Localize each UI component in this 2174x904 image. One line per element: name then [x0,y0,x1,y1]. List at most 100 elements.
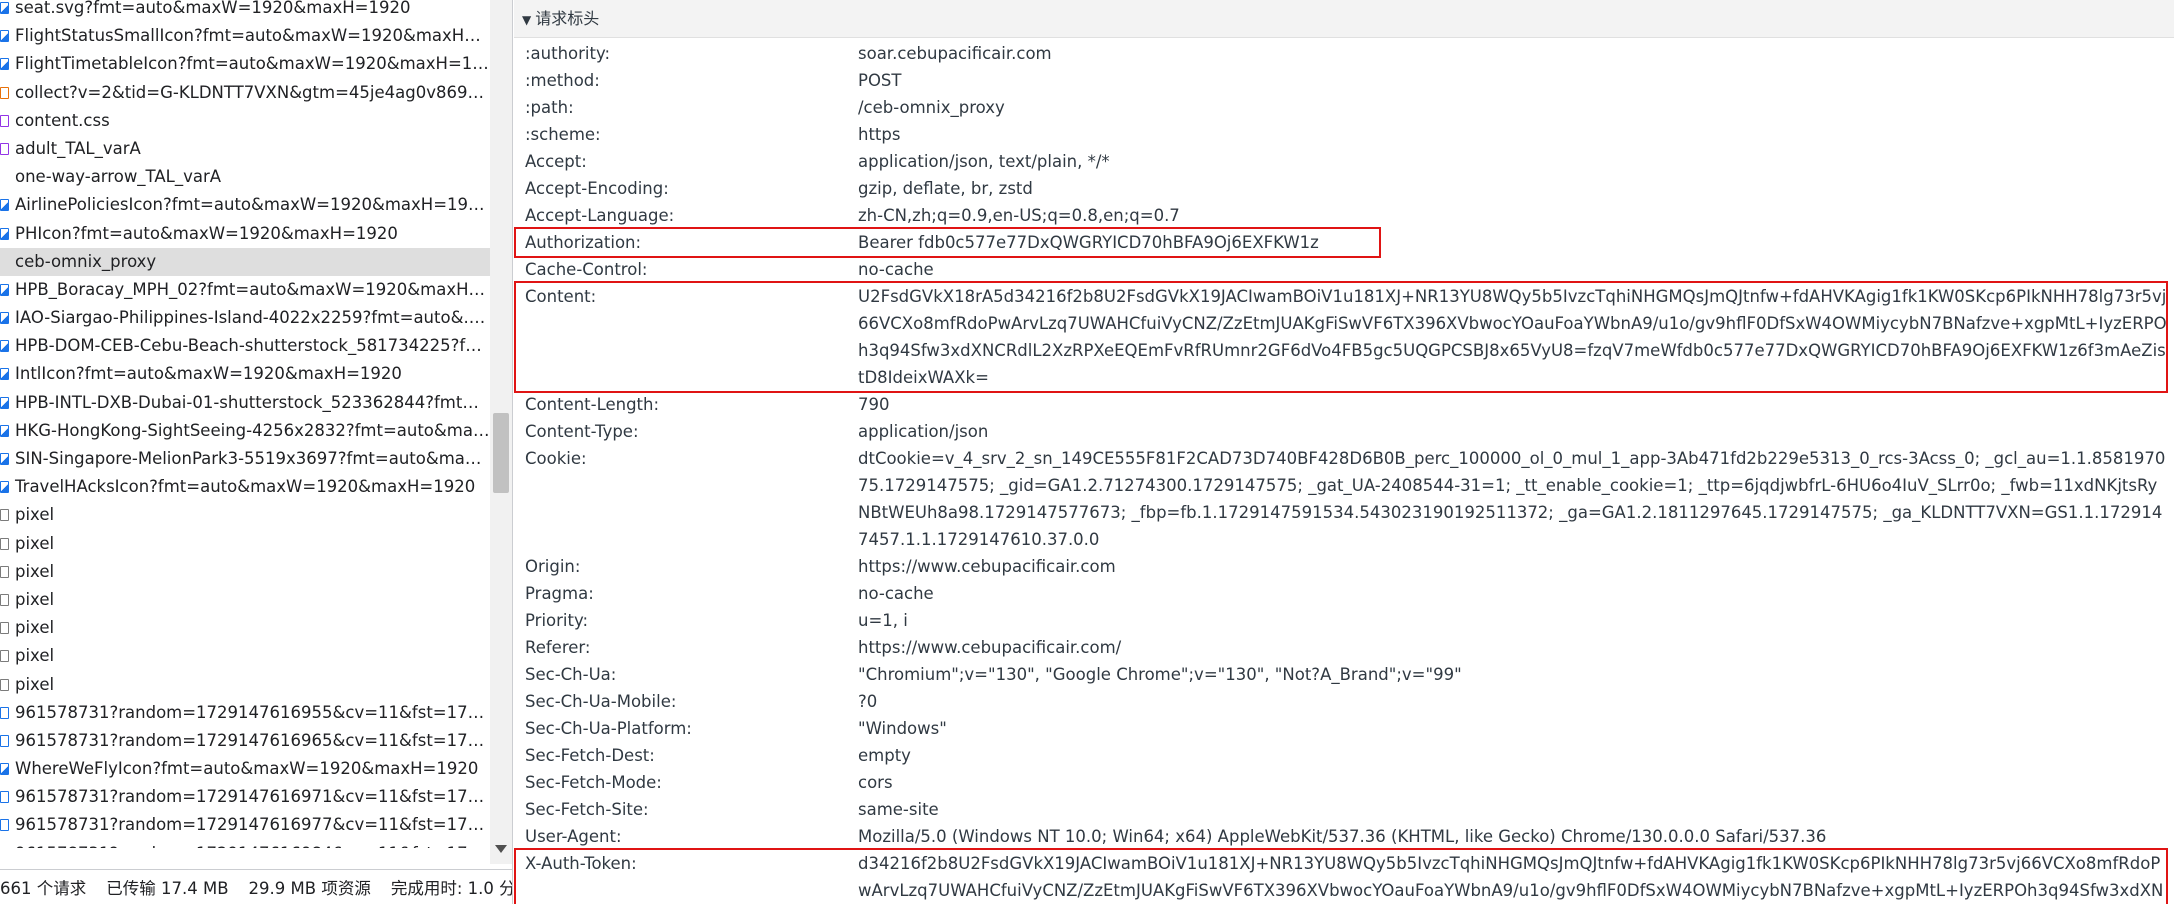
request-name: 961578731?random=1729147616984&cv=11&fst… [15,844,490,848]
request-row[interactable]: IAO-Siargao-Philippines-Island-4022x2259… [0,304,490,332]
gray-icon [0,593,9,606]
gray-icon [0,565,9,578]
gray-icon [0,509,9,522]
header-value[interactable]: same-site [858,796,2168,823]
request-row[interactable]: PHIcon?fmt=auto&maxW=1920&maxH=1920 [0,220,490,248]
scrollbar-thumb[interactable] [493,413,509,493]
request-row[interactable]: one-way-arrow_TAL_varA [0,163,490,191]
request-row[interactable]: pixel [0,642,490,670]
script-icon [0,706,9,719]
gray-icon [0,537,9,550]
header-value[interactable]: "Chromium";v="130", "Google Chrome";v="1… [858,661,2168,688]
request-row[interactable]: IntlIcon?fmt=auto&maxW=1920&maxH=1920 [0,360,490,388]
request-name: adult_TAL_varA [15,138,141,158]
header-name: Accept: [525,152,587,171]
request-row[interactable]: AirlinePoliciesIcon?fmt=auto&maxW=1920&m… [0,191,490,219]
script-icon [0,819,9,832]
request-name: IntlIcon?fmt=auto&maxW=1920&maxH=1920 [15,364,402,384]
request-row[interactable]: pixel [0,671,490,699]
script-icon [0,734,9,747]
scroll-down-arrow-icon[interactable] [495,845,507,853]
header-value[interactable]: no-cache [858,256,2168,283]
request-row[interactable]: HPB-INTL-DXB-Dubai-01-shutterstock_52336… [0,389,490,417]
header-name: Cookie: [525,449,587,468]
image-icon [0,283,9,296]
request-name: collect?v=2&tid=G-KLDNTT7VXN&gtm=45je4ag… [15,82,490,102]
request-name: FlightTimetableIcon?fmt=auto&maxW=1920&m… [15,54,490,74]
image-icon [0,453,9,465]
request-row[interactable]: TravelHAcksIcon?fmt=auto&maxW=1920&maxH=… [0,473,490,501]
request-row[interactable]: 961578731?random=1729147616965&cv=11&fst… [0,727,490,755]
request-row[interactable]: pixel [0,558,490,586]
request-row[interactable]: SIN-Singapore-MelionPark3-5519x3697?fmt=… [0,445,490,473]
header-value[interactable]: /ceb-omnix_proxy [858,94,2168,121]
header-value[interactable]: d34216f2b8U2FsdGVkX19JACIwamBOiV1u181XJ+… [858,850,2168,904]
image-icon [0,312,9,325]
request-row[interactable]: content.css [0,107,490,135]
header-value[interactable]: Mozilla/5.0 (Windows NT 10.0; Win64; x64… [858,823,2168,850]
request-row[interactable]: 961578731?random=1729147616984&cv=11&fst… [0,840,490,848]
header-value[interactable]: gzip, deflate, br, zstd [858,175,2168,202]
request-row[interactable]: pixel [0,530,490,558]
header-value[interactable]: zh-CN,zh;q=0.9,en-US;q=0.8,en;q=0.7 [858,202,2168,229]
header-value[interactable]: https://www.cebupacificair.com [858,553,2168,580]
header-value[interactable]: U2FsdGVkX18rA5d34216f2b8U2FsdGVkX19JACIw… [858,283,2168,391]
header-value[interactable]: application/json [858,418,2168,445]
header-value[interactable]: soar.cebupacificair.com [858,40,2168,67]
header-name: :path: [525,98,574,117]
header-value[interactable]: https://www.cebupacificair.com/ [858,634,2168,661]
header-value[interactable]: no-cache [858,580,2168,607]
header-value[interactable]: https [858,121,2168,148]
request-row[interactable]: 961578731?random=1729147616955&cv=11&fst… [0,699,490,727]
header-name: Accept-Language: [525,206,675,225]
header-name: :authority: [525,44,611,63]
header-name: X-Auth-Token: [525,854,637,873]
header-name: Origin: [525,557,581,576]
header-name: Sec-Ch-Ua-Platform: [525,719,692,738]
header-name: :scheme: [525,125,601,144]
header-value[interactable]: dtCookie=v_4_srv_2_sn_149CE555F81F2CAD73… [858,445,2168,553]
header-value[interactable]: ?0 [858,688,2168,715]
header-row: Sec-Fetch-Dest: empty [514,742,2174,769]
header-value[interactable]: u=1, i [858,607,2168,634]
request-row[interactable]: pixel [0,614,490,642]
header-value[interactable]: POST [858,67,2168,94]
request-row[interactable]: pixel [0,501,490,529]
request-headers-section-toggle[interactable]: ▼ 请求标头 [514,0,2174,38]
request-row[interactable]: HKG-HongKong-SightSeeing-4256x2832?fmt=a… [0,417,490,445]
request-row[interactable]: HPB-DOM-CEB-Cebu-Beach-shutterstock_5817… [0,332,490,360]
request-name: IAO-Siargao-Philippines-Island-4022x2259… [15,308,490,328]
request-name: one-way-arrow_TAL_varA [15,167,222,187]
request-row[interactable]: ceb-omnix_proxy [0,247,490,276]
request-row[interactable]: FlightTimetableIcon?fmt=auto&maxW=1920&m… [0,50,490,78]
request-count: 661 个请求 [0,879,87,898]
request-row[interactable]: HPB_Boracay_MPH_02?fmt=auto&maxW=1920&ma… [0,276,490,304]
header-row: Cache-Control: no-cache [514,256,2174,283]
request-row[interactable]: seat.svg?fmt=auto&maxW=1920&maxH=1920 [0,0,490,22]
request-row[interactable]: WhereWeFlyIcon?fmt=auto&maxW=1920&maxH=1… [0,755,490,783]
request-list-scrollbar[interactable] [490,0,512,864]
header-row: Content-Length: 790 [514,391,2174,418]
header-value[interactable]: 790 [858,391,2168,418]
request-row[interactable]: FlightStatusSmallIcon?fmt=auto&maxW=1920… [0,22,490,50]
header-value[interactable]: application/json, text/plain, */* [858,148,2168,175]
request-row[interactable]: adult_TAL_varA [0,135,490,163]
gray-icon [0,622,9,635]
stylesheet-icon [0,114,9,127]
finish-time: 完成用时: 1.0 分 [390,879,513,898]
header-value[interactable]: empty [858,742,2168,769]
header-value[interactable]: cors [858,769,2168,796]
header-name: Referer: [525,638,591,657]
header-value[interactable]: "Windows" [858,715,2168,742]
request-row[interactable]: pixel [0,586,490,614]
image-icon [0,30,9,43]
request-row[interactable]: 961578731?random=1729147616977&cv=11&fst… [0,811,490,839]
image-icon [0,481,9,494]
header-value[interactable]: Bearer fdb0c577e77DxQWGRYICD70hBFA9Oj6EX… [858,229,2168,256]
request-name: 961578731?random=1729147616965&cv=11&fst… [15,730,490,750]
request-row[interactable]: 961578731?random=1729147616971&cv=11&fst… [0,783,490,811]
request-row[interactable]: collect?v=2&tid=G-KLDNTT7VXN&gtm=45je4ag… [0,79,490,107]
gray-icon [0,650,9,663]
header-row: Pragma: no-cache [514,580,2174,607]
request-name: seat.svg?fmt=auto&maxW=1920&maxH=1920 [15,0,411,17]
